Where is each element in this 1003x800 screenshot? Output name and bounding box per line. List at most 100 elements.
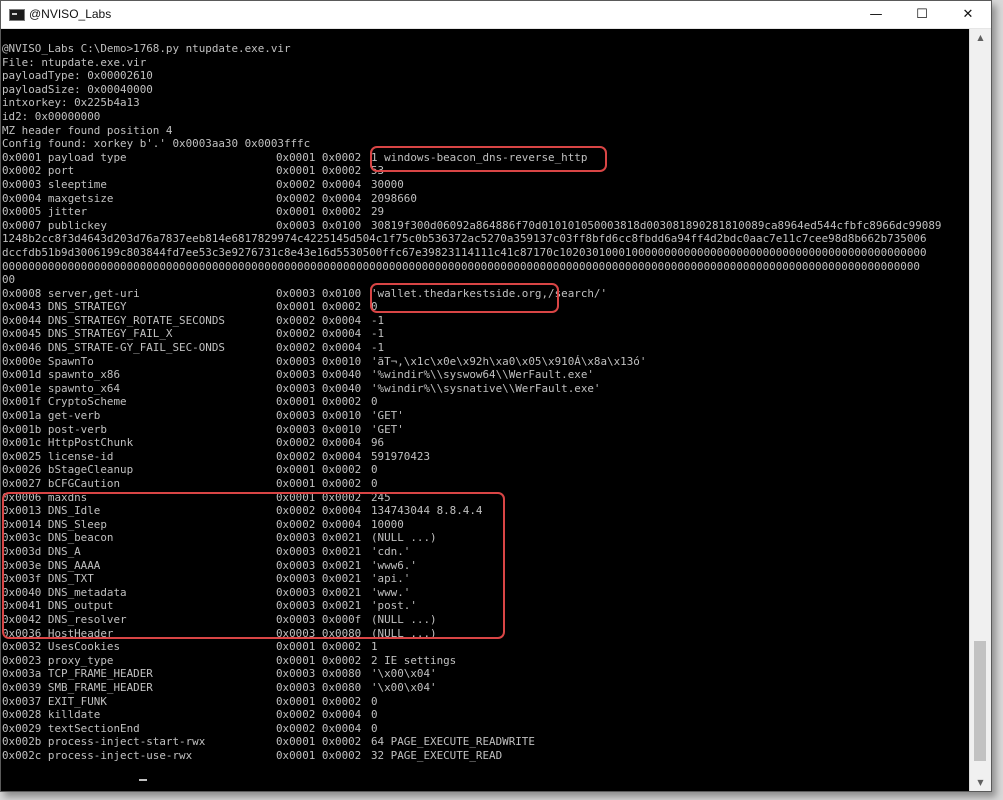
config-row: 0x0025 license-id 0x0002 0x0004 591970423 (2, 450, 970, 464)
setting-type: 0x0003 0x000f (276, 612, 362, 626)
setting-value: 0 (371, 463, 378, 477)
setting-name: 0x0001 payload type (2, 150, 127, 164)
setting-value: 1 windows-beacon_dns-reverse_http (371, 150, 588, 164)
config-row: 0x000e SpawnTo 0x0003 0x0010 'ãT¬,\x1c\x0e… (2, 355, 970, 369)
setting-type: 0x0002 0x0004 (276, 708, 362, 722)
console-output[interactable]: @NVISO_Labs C:\Demo>1768.py ntupdate.exe… (1, 29, 970, 791)
config-row: 0x002c process-inject-use-rwx 0x0001 0x00… (2, 749, 970, 763)
config-row: 0x0001 payload type 0x0001 0x0002 1 window… (2, 151, 970, 165)
setting-name: 0x0028 killdate (2, 708, 101, 722)
setting-value: 2 IE settings (371, 653, 457, 667)
setting-value: 134743044 8.8.4.4 (371, 504, 483, 518)
setting-type: 0x0001 0x0002 (276, 477, 362, 490)
setting-type: 0x0002 0x0004 (276, 327, 362, 341)
setting-name: 0x003c DNS_beacon (2, 531, 114, 545)
setting-name: 0x0007 publickey (2, 218, 107, 232)
setting-value: 'post.' (371, 599, 417, 613)
config-row: 0x001d spawnto_x86 0x0003 0x0040 '%windir%… (2, 368, 970, 382)
setting-type: 0x0002 0x0004 (276, 436, 362, 450)
console-line: MZ header found position 4 (2, 123, 173, 137)
setting-name: 0x000e SpawnTo (2, 354, 94, 368)
setting-value: 0 (371, 477, 378, 490)
scroll-down-button[interactable]: ▼ (970, 774, 991, 791)
setting-type: 0x0003 0x0100 (276, 286, 362, 300)
config-row: 0x0042 DNS_resolver 0x0003 0x000f (NULL ..… (2, 613, 970, 627)
setting-name: 0x001f CryptoScheme (2, 395, 127, 409)
maximize-icon: ☐ (916, 7, 928, 22)
setting-value: 'cdn.' (371, 544, 411, 558)
setting-value: 30819f300d06092a864886f70d01010105000381… (371, 218, 942, 232)
config-row: 0x0036 HostHeader 0x0003 0x0080 (NULL ...) (2, 627, 970, 641)
setting-value: 96 (371, 436, 385, 450)
config-row: 0x0028 killdate 0x0002 0x0004 0 (2, 708, 970, 722)
config-row: 0x0008 server,get-uri 0x0003 0x0100 'walle… (2, 287, 970, 301)
setting-value: 2098660 (371, 191, 417, 205)
config-row: 0x0002 port 0x0001 0x0002 53 (2, 164, 970, 178)
setting-value: 591970423 (371, 449, 431, 463)
config-row: 0x0029 textSectionEnd 0x0002 0x0004 0 (2, 722, 970, 736)
setting-name: 0x0046 DNS_STRATE-GY_FAIL_SEC-ONDS (2, 341, 225, 355)
setting-type: 0x0003 0x0040 (276, 381, 362, 395)
config-row: 0x002b process-inject-start-rwx 0x0001 0x… (2, 735, 970, 749)
setting-value: '%windir%\\sysnative\\WerFault.exe' (371, 381, 601, 395)
config-row: 0x0044 DNS_STRATEGY_ROTATE_SECONDS 0x0002… (2, 314, 970, 328)
scroll-up-button[interactable]: ▲ (970, 29, 991, 46)
setting-name: 0x0004 maxgetsize (2, 191, 114, 205)
minimize-button[interactable]: — (853, 1, 899, 28)
vertical-scrollbar[interactable]: ▲ ▼ (969, 29, 991, 791)
setting-name: 0x0027 bCFGCaution (2, 477, 121, 490)
window-title: @NVISO_Labs (29, 7, 112, 21)
setting-type: 0x0002 0x0004 (276, 191, 362, 205)
console-line: payloadSize: 0x00040000 (2, 82, 153, 96)
setting-value: 0 (371, 395, 378, 409)
setting-type: 0x0003 0x0021 (276, 558, 362, 572)
setting-type: 0x0001 0x0002 (276, 735, 362, 749)
setting-name: 0x0006 maxdns (2, 490, 88, 504)
title-bar[interactable]: @NVISO_Labs — ☐ ✕ (1, 1, 991, 29)
console-app-icon[interactable] (9, 9, 25, 21)
setting-type: 0x0001 0x0002 (276, 205, 362, 219)
setting-type: 0x0001 0x0002 (276, 694, 362, 708)
scroll-thumb[interactable] (974, 641, 986, 761)
setting-value: 'wallet.thedarkestside.org,/search/' (371, 286, 608, 300)
setting-value: 'www6.' (371, 558, 417, 572)
setting-name: 0x0014 DNS_Sleep (2, 517, 107, 531)
setting-name: 0x0029 textSectionEnd (2, 721, 140, 735)
setting-value: '%windir%\\syswow64\\WerFault.exe' (371, 368, 594, 382)
setting-type: 0x0003 0x0021 (276, 531, 362, 545)
setting-value: 53 (371, 164, 385, 178)
console-line: File: ntupdate.exe.vir (2, 55, 147, 69)
setting-type: 0x0003 0x0080 (276, 626, 362, 640)
console-line: intxorkey: 0x225b4a13 (2, 96, 140, 110)
setting-name: 0x002b process-inject-start-rwx (2, 735, 206, 749)
setting-name: 0x0040 DNS_metadata (2, 585, 127, 599)
setting-type: 0x0003 0x0010 (276, 409, 362, 423)
config-row: 0x0041 DNS_output 0x0003 0x0021 'post.' (2, 599, 970, 613)
window-controls: — ☐ ✕ (853, 1, 991, 28)
setting-value: 30000 (371, 177, 404, 191)
config-row: 0x003f DNS_TXT 0x0003 0x0021 'api.' (2, 572, 970, 586)
setting-value: 32 PAGE_EXECUTE_READ (371, 748, 503, 762)
setting-name: 0x0008 server,get-uri (2, 286, 140, 300)
setting-value: -1 (371, 313, 385, 327)
minimize-icon: — (869, 7, 883, 22)
console-line: 00 (2, 273, 16, 287)
maximize-button[interactable]: ☐ (899, 1, 945, 28)
config-row: 0x0023 proxy_type 0x0001 0x0002 2 IE setti… (2, 654, 970, 668)
setting-value: 29 (371, 205, 385, 219)
config-row: 0x0037 EXIT_FUNK 0x0001 0x0002 0 (2, 695, 970, 709)
setting-type: 0x0001 0x0002 (276, 164, 362, 178)
console-line: 1248b2cc8f3d4643d203d76a7837eeb814e68178… (2, 232, 927, 246)
config-row: 0x003d DNS_A 0x0003 0x0021 'cdn.' (2, 545, 970, 559)
text-cursor (139, 779, 147, 781)
setting-type: 0x0002 0x0004 (276, 449, 362, 463)
setting-name: 0x0036 HostHeader (2, 626, 114, 640)
config-row: 0x0045 DNS_STRATEGY_FAIL_X 0x0002 0x0004-… (2, 327, 970, 341)
close-button[interactable]: ✕ (945, 1, 991, 28)
setting-type: 0x0003 0x0080 (276, 667, 362, 681)
setting-type: 0x0001 0x0002 (276, 395, 362, 409)
setting-value: 'ãT¬,\x1c\x0e\x92h\xa0\x05\x910Á\x8a\x13… (371, 354, 647, 368)
setting-type: 0x0001 0x0002 (276, 463, 362, 477)
scroll-down-arrow-icon: ▼ (977, 778, 984, 787)
setting-name: 0x0037 EXIT_FUNK (2, 694, 107, 708)
